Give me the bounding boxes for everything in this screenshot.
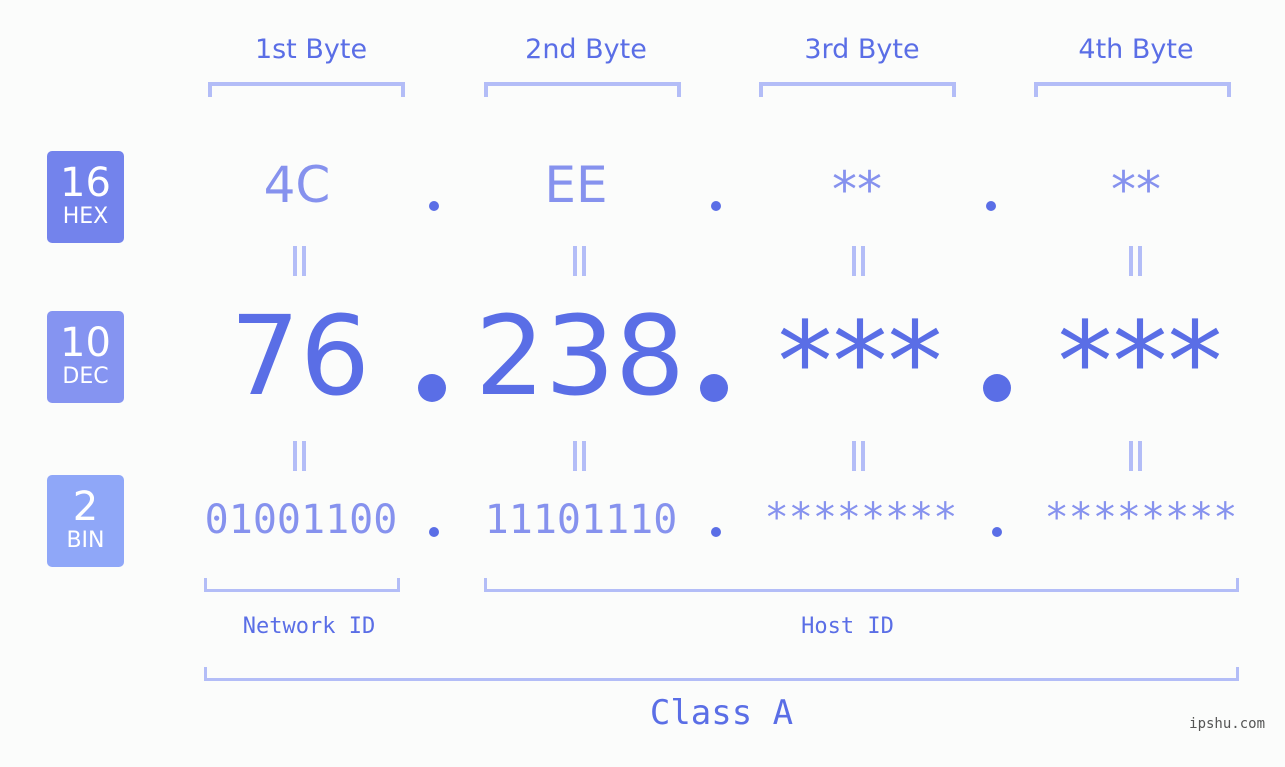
- hex-value-1: 4C: [263, 156, 331, 214]
- byte-label-1: 1st Byte: [254, 34, 368, 65]
- hex-base-label: HEX: [62, 204, 109, 229]
- hex-separator-2: [711, 201, 721, 211]
- equals-icon: [1129, 441, 1142, 471]
- bin-separator-1: [429, 527, 439, 537]
- bin-value-1: 01001100: [204, 497, 398, 543]
- dec-separator-2: [700, 374, 728, 402]
- dec-base-number: 10: [60, 320, 111, 366]
- hex-badge: 16 HEX: [47, 151, 124, 243]
- hex-value-4: **: [1111, 161, 1161, 219]
- byte-bracket-3: [759, 82, 956, 97]
- dec-separator-1: [418, 374, 446, 402]
- equals-icon: [573, 246, 586, 276]
- equals-icon: [852, 246, 865, 276]
- hex-separator-1: [429, 201, 439, 211]
- bin-separator-2: [711, 527, 721, 537]
- byte-bracket-2: [484, 82, 681, 97]
- byte-label-2: 2nd Byte: [525, 34, 647, 65]
- bin-value-4: ********: [1044, 495, 1238, 541]
- byte-label-3: 3rd Byte: [804, 34, 920, 65]
- hex-base-number: 16: [60, 160, 111, 206]
- dec-separator-3: [983, 374, 1011, 402]
- hex-value-3: **: [832, 161, 882, 219]
- byte-bracket-4: [1034, 82, 1231, 97]
- hex-value-2: EE: [544, 156, 608, 214]
- byte-bracket-1: [208, 82, 405, 97]
- dec-value-4: ***: [1057, 298, 1223, 426]
- watermark: ipshu.com: [1189, 716, 1265, 732]
- class-bracket: [204, 667, 1239, 681]
- bin-badge: 2 BIN: [47, 475, 124, 567]
- hex-separator-3: [986, 201, 996, 211]
- host-id-label: Host ID: [801, 614, 894, 639]
- bin-separator-3: [992, 527, 1002, 537]
- class-label: Class A: [649, 693, 794, 733]
- bin-base-label: BIN: [66, 528, 105, 553]
- bin-value-3: ********: [764, 495, 958, 541]
- equals-icon: [573, 441, 586, 471]
- dec-value-1: 76: [230, 292, 370, 420]
- equals-icon: [1129, 246, 1142, 276]
- equals-icon: [293, 441, 306, 471]
- dec-value-3: ***: [777, 298, 943, 426]
- equals-icon: [293, 246, 306, 276]
- dec-badge: 10 DEC: [47, 311, 124, 403]
- bin-value-2: 11101110: [484, 497, 678, 543]
- network-id-bracket: [204, 578, 400, 592]
- dec-value-2: 238: [475, 292, 685, 420]
- bin-base-number: 2: [72, 484, 99, 530]
- network-id-label: Network ID: [242, 614, 376, 639]
- byte-label-4: 4th Byte: [1078, 34, 1194, 65]
- host-id-bracket: [484, 578, 1239, 592]
- dec-base-label: DEC: [62, 364, 109, 389]
- equals-icon: [852, 441, 865, 471]
